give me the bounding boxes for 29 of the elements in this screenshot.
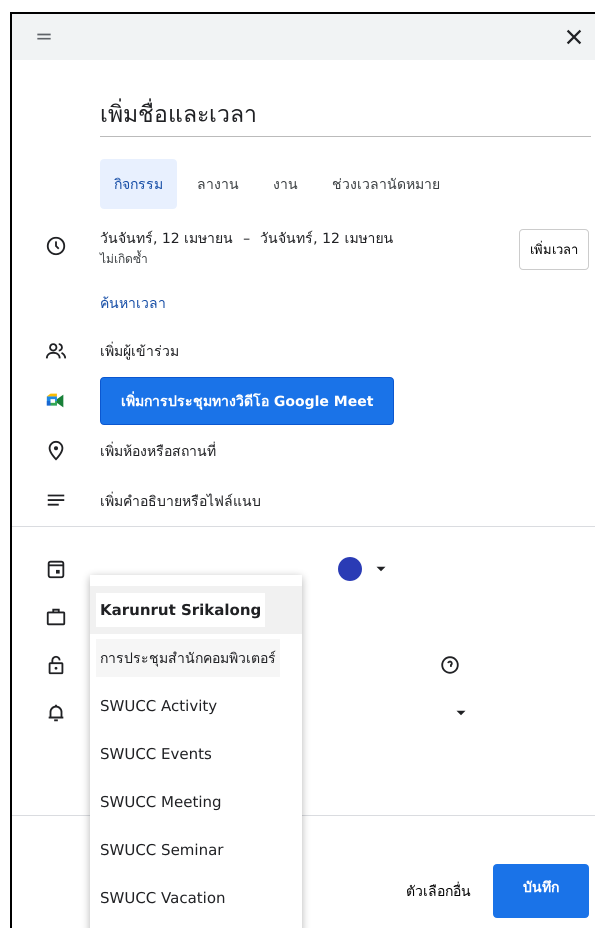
- save-button[interactable]: บันทึก: [493, 864, 589, 918]
- add-location-field[interactable]: เพิ่มห้องหรือสถานที่: [100, 440, 216, 462]
- event-type-tab[interactable]: ลางาน: [183, 159, 253, 209]
- date-separator: –: [243, 231, 250, 247]
- find-time-link[interactable]: ค้นหาเวลา: [100, 292, 166, 314]
- event-type-tab[interactable]: งาน: [259, 159, 312, 209]
- repeat-option[interactable]: ไม่เกิดซ้ำ: [100, 249, 394, 269]
- calendar-option[interactable]: Karunrut Srikalong: [90, 586, 302, 634]
- color-dot[interactable]: [338, 557, 362, 581]
- calendar-option[interactable]: SWUCC Activity: [90, 682, 302, 730]
- calendar-option[interactable]: SWUCC Seminar: [90, 826, 302, 874]
- end-date[interactable]: วันจันทร์, 12 เมษายน: [260, 231, 394, 247]
- help-icon[interactable]: [439, 654, 461, 676]
- add-time-button[interactable]: เพิ่มเวลา: [519, 229, 589, 270]
- start-date[interactable]: วันจันทร์, 12 เมษายน: [100, 231, 234, 247]
- calendar-option[interactable]: SWUCC Vacation: [90, 874, 302, 922]
- add-description-field[interactable]: เพิ่มคำอธิบายหรือไฟล์แนบ: [100, 490, 261, 512]
- calendar-option[interactable]: SWUCC Events: [90, 730, 302, 778]
- calendar-option[interactable]: การประชุมสำนักคอมพิวเตอร์: [90, 634, 302, 682]
- title-field[interactable]: เพิ่มชื่อและเวลา: [100, 90, 591, 137]
- event-type-tab[interactable]: กิจกรรม: [100, 159, 177, 209]
- briefcase-icon: [45, 606, 67, 628]
- calendar-icon: [45, 558, 67, 580]
- add-guests-field[interactable]: เพิ่มผู้เข้าร่วม: [100, 340, 179, 362]
- event-type-tab[interactable]: ช่วงเวลานัดหมาย: [318, 159, 454, 209]
- more-options-button[interactable]: ตัวเลือกอื่น: [398, 870, 479, 912]
- video-meeting-button[interactable]: เพิ่มการประชุมทางวิดีโอ Google Meet: [100, 377, 394, 425]
- calendar-option[interactable]: SWUCC Meeting: [90, 778, 302, 826]
- clock-icon: [45, 235, 67, 257]
